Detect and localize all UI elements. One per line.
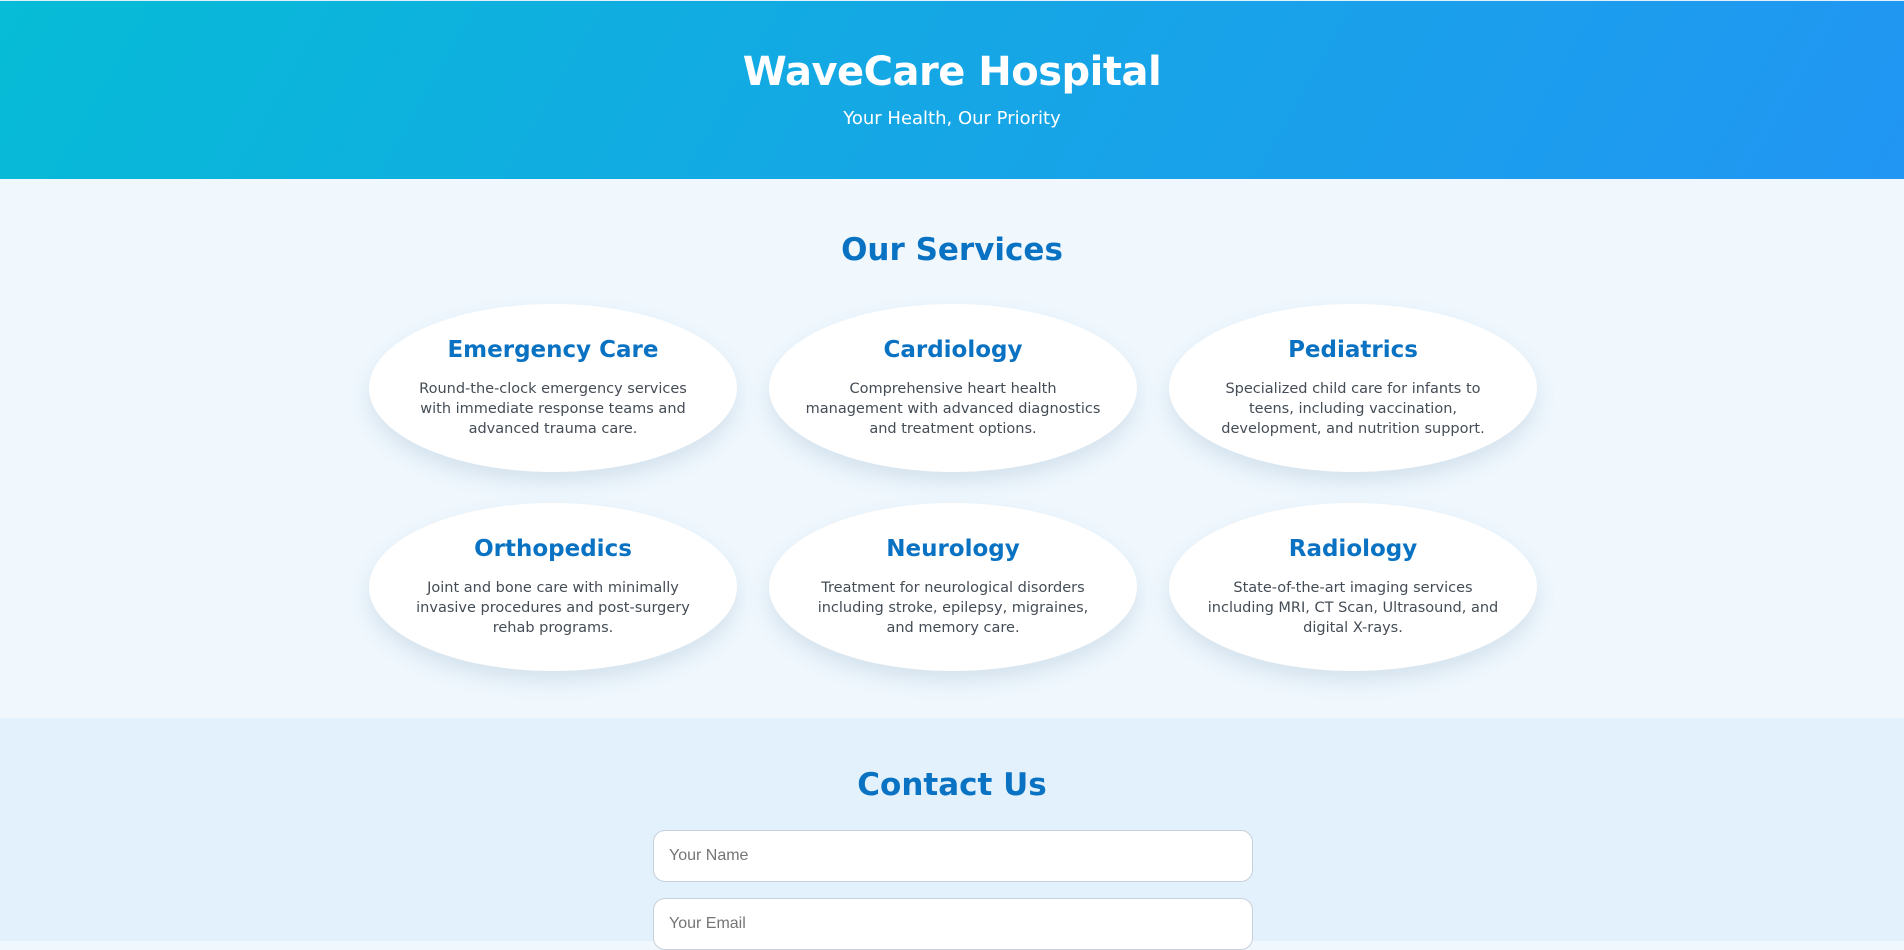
service-title: Orthopedics — [474, 536, 632, 562]
service-description: Specialized child care for infants to te… — [1221, 381, 1485, 437]
tagline: Your Health, Our Priority — [843, 108, 1061, 129]
email-input[interactable] — [653, 898, 1253, 950]
service-title: Radiology — [1288, 536, 1418, 562]
service-card-pediatrics: Pediatrics Specialized child care for in… — [1169, 304, 1537, 472]
hospital-name: WaveCare Hospital — [742, 49, 1162, 95]
services-section: Our Services Emergency Care Round-the-cl… — [0, 179, 1904, 718]
service-card-radiology: Radiology State-of-the-art imaging servi… — [1169, 503, 1537, 671]
name-input[interactable] — [653, 830, 1253, 882]
service-card-neurology: Neurology Treatment for neurological dis… — [769, 503, 1137, 671]
service-title: Pediatrics — [1288, 337, 1418, 363]
service-card-cardiology: Cardiology Comprehensive heart health ma… — [769, 304, 1137, 472]
service-description: Comprehensive heart health management wi… — [805, 381, 1101, 437]
contact-section: Contact Us — [0, 718, 1904, 950]
service-description: Round-the-clock emergency services with … — [419, 381, 687, 437]
service-description: Treatment for neurological disorders inc… — [817, 580, 1089, 636]
services-title: Our Services — [841, 232, 1063, 268]
service-title: Neurology — [886, 536, 1020, 562]
service-card-emergency-care: Emergency Care Round-the-clock emergency… — [369, 304, 737, 472]
service-title: Emergency Care — [447, 337, 659, 363]
hero-banner: WaveCare Hospital Your Health, Our Prior… — [0, 0, 1904, 179]
service-title: Cardiology — [883, 337, 1023, 363]
service-description: Joint and bone care with minimally invas… — [416, 580, 690, 636]
contact-title: Contact Us — [857, 767, 1047, 803]
service-description: State-of-the-art imaging services includ… — [1207, 580, 1499, 636]
service-card-orthopedics: Orthopedics Joint and bone care with min… — [369, 503, 737, 671]
